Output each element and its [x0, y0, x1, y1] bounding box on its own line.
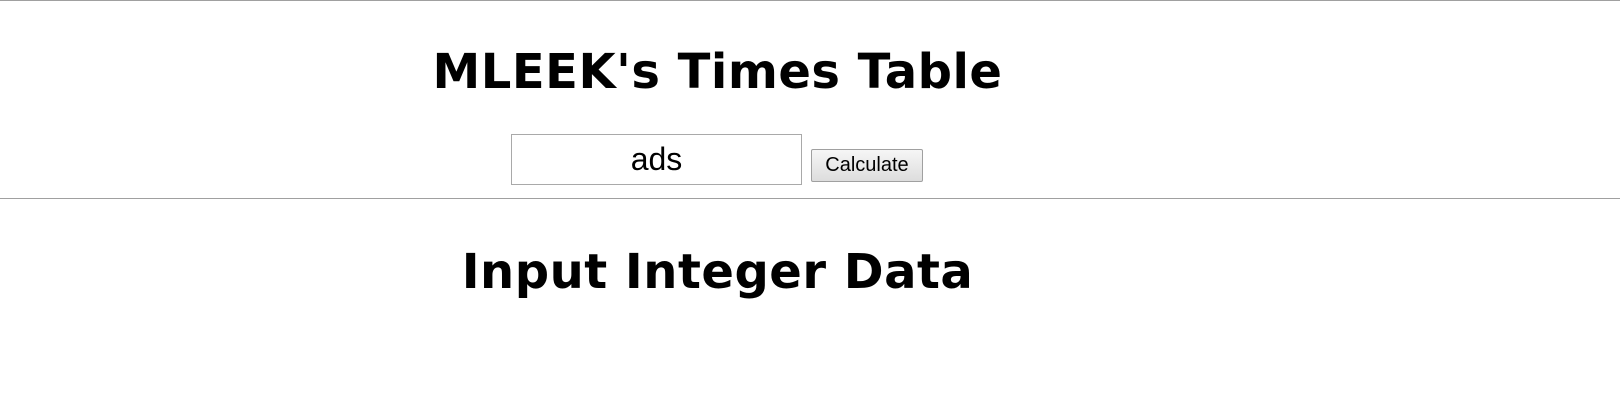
top-divider [0, 0, 1620, 1]
page-title: MLEEK's Times Table [432, 44, 1003, 100]
number-input[interactable] [511, 134, 802, 185]
calculate-button[interactable]: Calculate [811, 149, 923, 182]
result-message: Input Integer Data [461, 244, 974, 300]
section-divider [0, 198, 1620, 199]
